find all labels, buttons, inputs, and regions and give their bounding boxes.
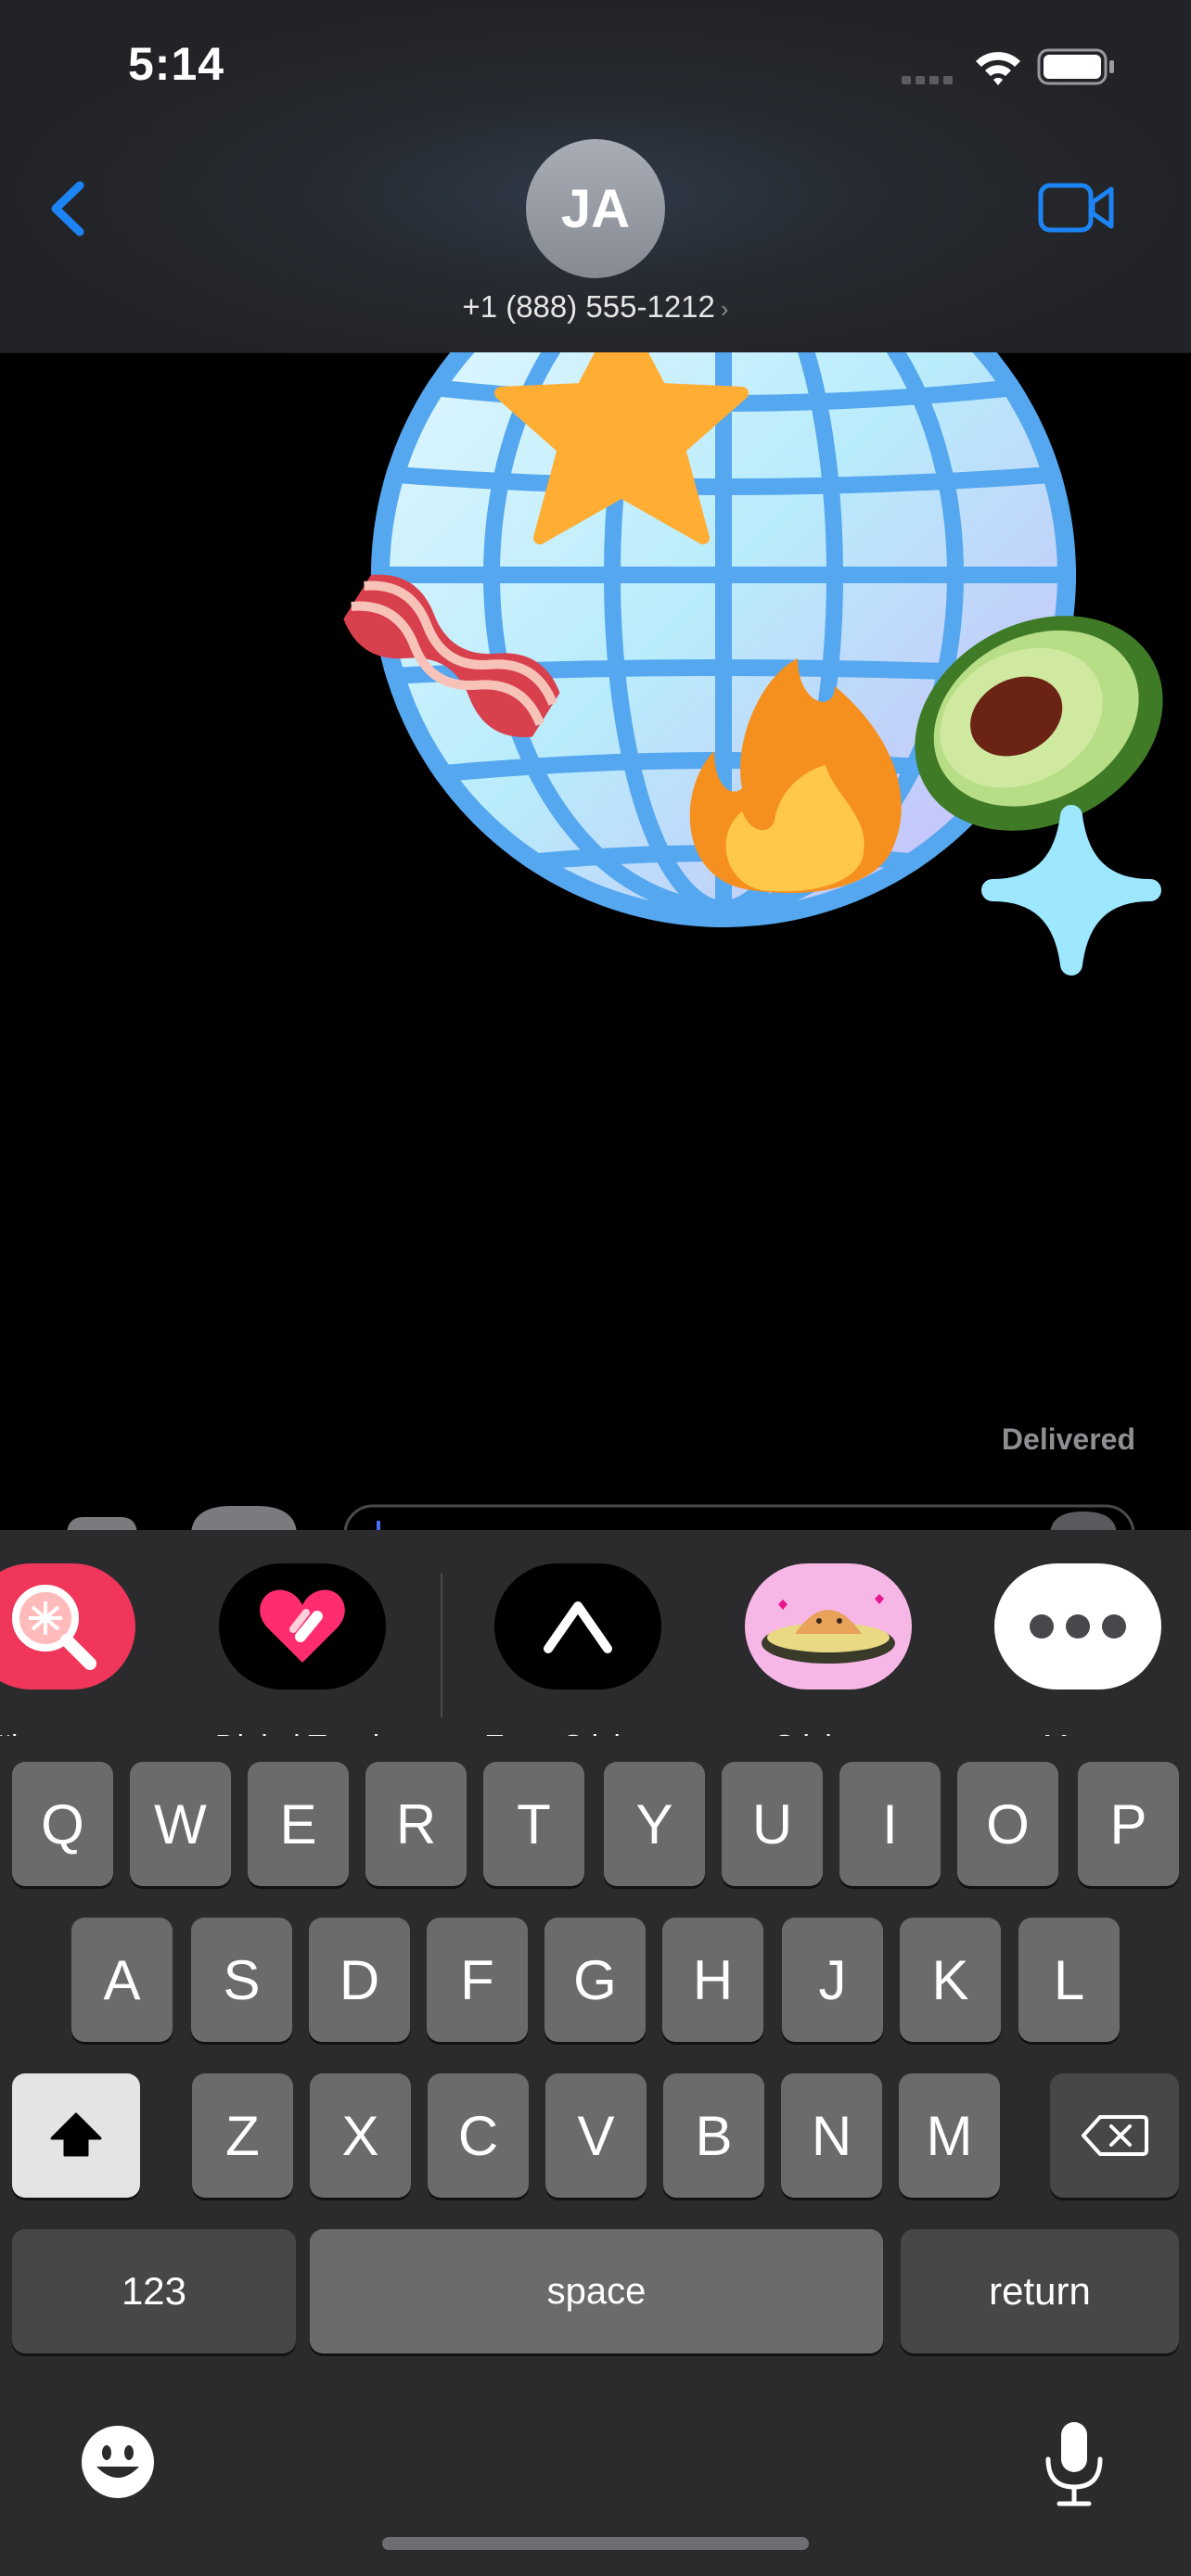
key-p[interactable]: P (1078, 1762, 1179, 1886)
cellular-signal-icon (902, 76, 953, 84)
expo-logo-icon (494, 1563, 661, 1690)
images-search-icon (0, 1563, 135, 1690)
key-x[interactable]: X (310, 2073, 411, 2198)
contact-details-link[interactable]: +1 (888) 555-1212 › (445, 289, 746, 325)
key-o[interactable]: O (957, 1762, 1058, 1886)
home-indicator (382, 2537, 809, 2550)
key-b[interactable]: B (663, 2073, 764, 2198)
status-time: 5:14 (128, 38, 225, 90)
key-c[interactable]: C (428, 2073, 529, 2198)
key-r[interactable]: R (365, 1762, 467, 1886)
key-e[interactable]: E (248, 1762, 349, 1886)
key-w[interactable]: W (130, 1762, 231, 1886)
send-button (1050, 1511, 1117, 1530)
numbers-key[interactable]: 123 (12, 2229, 296, 2353)
emoji-button[interactable] (80, 2424, 156, 2500)
avatar-initials: JA (560, 178, 631, 239)
key-l[interactable]: L (1018, 1918, 1120, 2042)
backspace-key[interactable] (1050, 2073, 1179, 2198)
avocado-sticker-icon (745, 1563, 912, 1690)
key-v[interactable]: V (545, 2073, 647, 2198)
contact-avatar[interactable]: JA (526, 139, 665, 278)
key-g[interactable]: G (544, 1918, 646, 2042)
composer-bar (67, 1504, 1135, 1530)
delete-backward-icon (1081, 2115, 1148, 2156)
key-h[interactable]: H (662, 1918, 763, 2042)
key-f[interactable]: F (427, 1918, 528, 2042)
camera-button (67, 1517, 137, 1530)
key-d[interactable]: D (309, 1918, 410, 2042)
key-a[interactable]: A (71, 1918, 173, 2042)
key-i[interactable]: I (839, 1762, 941, 1886)
back-button[interactable] (37, 167, 102, 250)
shift-arrow-icon (50, 2112, 102, 2157)
text-cursor (377, 1521, 380, 1530)
key-j[interactable]: J (782, 1918, 883, 2042)
delivered-status: Delivered (1001, 1422, 1135, 1456)
key-t[interactable]: T (483, 1762, 584, 1886)
apps-button (191, 1506, 297, 1530)
battery-icon (1037, 48, 1114, 85)
key-n[interactable]: N (781, 2073, 882, 2198)
key-q[interactable]: Q (12, 1762, 113, 1886)
more-dots-icon (994, 1563, 1161, 1690)
keyboard: Q W E R T Y U I O P A S D F G H J K L Z … (0, 1736, 1191, 2576)
sticker-message[interactable] (334, 352, 1178, 1001)
shift-key[interactable] (12, 2073, 140, 2198)
app-strip-divider (441, 1573, 442, 1717)
key-z[interactable]: Z (192, 2073, 293, 2198)
imessage-app-strip: #images Digital Touch Expo Stickers (0, 1530, 1191, 1763)
digital-touch-heart-icon (219, 1563, 386, 1690)
key-u[interactable]: U (722, 1762, 823, 1886)
key-s[interactable]: S (191, 1918, 292, 2042)
contact-phone: +1 (888) 555-1212 (462, 289, 715, 324)
message-input (343, 1504, 1135, 1530)
facetime-video-button[interactable] (1037, 178, 1115, 239)
wifi-icon (976, 52, 1020, 85)
sparkle-sticker (981, 805, 1161, 976)
dictation-mic-button[interactable] (1039, 2417, 1109, 2509)
chevron-right-icon: › (720, 295, 729, 323)
key-m[interactable]: M (899, 2073, 1000, 2198)
key-y[interactable]: Y (604, 1762, 705, 1886)
key-k[interactable]: K (900, 1918, 1001, 2042)
space-key[interactable]: space (310, 2229, 883, 2353)
conversation-header: 5:14 JA +1 (888) 555-1212 › (0, 0, 1191, 353)
return-key[interactable]: return (901, 2229, 1179, 2353)
